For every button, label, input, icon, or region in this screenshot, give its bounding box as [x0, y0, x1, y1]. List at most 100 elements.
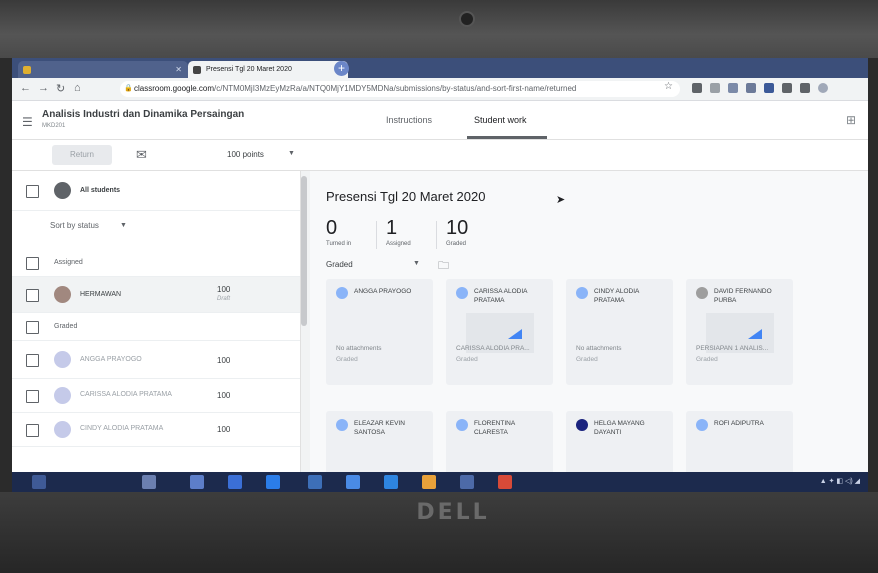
student-checkbox[interactable]: [26, 289, 39, 302]
start-icon[interactable]: [32, 475, 46, 489]
student-grade[interactable]: 100: [217, 391, 230, 400]
taskbar-app-icon[interactable]: [190, 475, 204, 489]
browser-tabstrip: ✕ Presensi Tgl 20 Maret 2020 ✕ +: [12, 58, 868, 78]
table-row[interactable]: HERMAWAN 100 Draft: [12, 277, 300, 313]
course-title[interactable]: Analisis Industri dan Dinamika Persainga…: [42, 109, 244, 120]
browser-tab-1[interactable]: ✕: [18, 61, 188, 78]
apps-grid-icon[interactable]: ⊞: [846, 113, 856, 127]
status-label: Graded: [696, 356, 718, 363]
student-card[interactable]: ELEAZAR KEVIN SANTOSA: [326, 411, 433, 481]
section-assigned: Assigned: [12, 249, 300, 277]
student-card[interactable]: FLORENTINA CLARESTA: [446, 411, 553, 481]
browser-toolbar: ← → ↻ ⌂ 🔒 classroom.google.com/c/NTM0MjI…: [12, 78, 868, 101]
tab-label: Presensi Tgl 20 Maret 2020: [206, 66, 292, 73]
chevron-down-icon[interactable]: ▼: [413, 260, 420, 267]
taskbar-app-icon[interactable]: [346, 475, 360, 489]
pdf-icon[interactable]: [498, 475, 512, 489]
student-name: DAVID FERNANDO PURBA: [714, 288, 772, 304]
edge-icon[interactable]: [266, 475, 280, 489]
home-icon[interactable]: ⌂: [74, 82, 81, 94]
status-label: Graded: [576, 356, 598, 363]
forward-icon[interactable]: →: [38, 82, 49, 94]
attachment-label: No attachments: [576, 345, 622, 352]
student-name: ELEAZAR KEVIN SANTOSA: [354, 420, 405, 436]
avatar: [696, 287, 708, 299]
extension-icon[interactable]: [782, 83, 792, 93]
table-row[interactable]: CARISSA ALODIA PRATAMA 100: [12, 379, 300, 413]
back-icon[interactable]: ←: [20, 82, 31, 94]
extension-icon[interactable]: [800, 83, 810, 93]
taskbar-app-icon[interactable]: [308, 475, 322, 489]
avatar: [54, 421, 71, 438]
stat-assigned[interactable]: 1 Assigned: [386, 217, 411, 247]
attachment-label: No attachments: [336, 345, 382, 352]
avatar: [54, 286, 71, 303]
browser-tab-2[interactable]: Presensi Tgl 20 Maret 2020 ✕: [188, 61, 348, 78]
folder-icon[interactable]: 🗀: [438, 257, 449, 276]
stat-value: 10: [446, 217, 469, 239]
student-card[interactable]: HELGA MAYANG DAYANTI: [566, 411, 673, 481]
address-bar[interactable]: 🔒 classroom.google.com/c/NTM0MjI3MzEyMzR…: [120, 81, 680, 97]
bookmark-star-icon[interactable]: ☆: [664, 81, 673, 92]
student-card[interactable]: CARISSA ALODIA PRATAMA CARISSA ALODIA PRA…: [446, 279, 553, 385]
document-icon: [748, 329, 762, 339]
hamburger-menu-icon[interactable]: ☰: [22, 115, 33, 129]
select-all-checkbox[interactable]: [26, 185, 39, 198]
extension-icon[interactable]: [710, 83, 720, 93]
student-checkbox[interactable]: [26, 390, 39, 403]
stat-graded[interactable]: 10 Graded: [446, 217, 468, 247]
student-name: CINDY ALODIA PRATAMA: [80, 425, 164, 432]
tab-student-work[interactable]: Student work: [474, 115, 527, 125]
student-grade[interactable]: 100: [217, 356, 230, 365]
student-checkbox[interactable]: [26, 354, 39, 367]
divider: [436, 221, 437, 249]
chevron-down-icon[interactable]: ▼: [288, 150, 295, 157]
all-students-row[interactable]: All students: [12, 171, 300, 211]
student-card[interactable]: ROFI ADIPUTRA: [686, 411, 793, 481]
stat-turned-in[interactable]: 0 Turned in: [326, 217, 351, 247]
reload-icon[interactable]: ↻: [56, 82, 65, 95]
status-filter-select[interactable]: Graded: [326, 260, 353, 269]
sort-select[interactable]: Sort by status: [50, 221, 99, 230]
student-grade[interactable]: 100: [217, 425, 230, 434]
extension-icon[interactable]: [692, 83, 702, 93]
profile-avatar[interactable]: [818, 83, 828, 93]
tab-instructions[interactable]: Instructions: [386, 115, 432, 125]
avatar: [456, 419, 468, 431]
section-checkbox[interactable]: [26, 257, 39, 270]
system-tray[interactable]: ▲ ✦ ◧ ◁) ◢: [820, 477, 860, 485]
section-checkbox[interactable]: [26, 321, 39, 334]
student-card[interactable]: CINDY ALODIA PRATAMA No attachments Graded: [566, 279, 673, 385]
taskbar-app-icon[interactable]: [460, 475, 474, 489]
student-checkbox[interactable]: [26, 424, 39, 437]
extension-icon[interactable]: [764, 83, 774, 93]
monitor-brand-logo: DELL: [416, 500, 490, 525]
student-name: CARISSA ALODIA PRATAMA: [474, 288, 528, 304]
chevron-down-icon[interactable]: ▼: [120, 222, 127, 229]
chrome-icon[interactable]: [422, 475, 436, 489]
extension-icon[interactable]: [728, 83, 738, 93]
roster-scrollbar[interactable]: [301, 176, 307, 326]
taskbar-app-icon[interactable]: [142, 475, 156, 489]
student-card[interactable]: DAVID FERNANDO PURBA PERSIAPAN 1 ANALIS..…: [686, 279, 793, 385]
return-button[interactable]: Return: [52, 145, 112, 165]
avatar: [576, 287, 588, 299]
section-graded: Graded: [12, 313, 300, 341]
stat-label: Turned in: [326, 241, 352, 247]
student-card[interactable]: ANGGA PRAYOGO No attachments Graded: [326, 279, 433, 385]
student-name: ANGGA PRAYOGO: [354, 288, 412, 295]
submission-panel: Presensi Tgl 20 Maret 2020 ➤ 0 Turned in…: [310, 171, 868, 492]
student-roster: All students Sort by status ▼ Assigned H…: [12, 171, 301, 492]
points-select[interactable]: 100 points: [227, 150, 264, 159]
avatar: [696, 419, 708, 431]
table-row[interactable]: CINDY ALODIA PRATAMA 100: [12, 413, 300, 447]
student-grade[interactable]: 100: [217, 285, 230, 294]
new-tab-button[interactable]: +: [334, 61, 349, 76]
close-tab-icon[interactable]: ✕: [175, 61, 182, 78]
taskbar-app-icon[interactable]: [384, 475, 398, 489]
taskbar-app-icon[interactable]: [228, 475, 242, 489]
webcam-icon: [459, 11, 475, 27]
table-row[interactable]: ANGGA PRAYOGO 100: [12, 341, 300, 379]
extension-icon[interactable]: [746, 83, 756, 93]
email-icon[interactable]: ✉: [136, 147, 147, 163]
